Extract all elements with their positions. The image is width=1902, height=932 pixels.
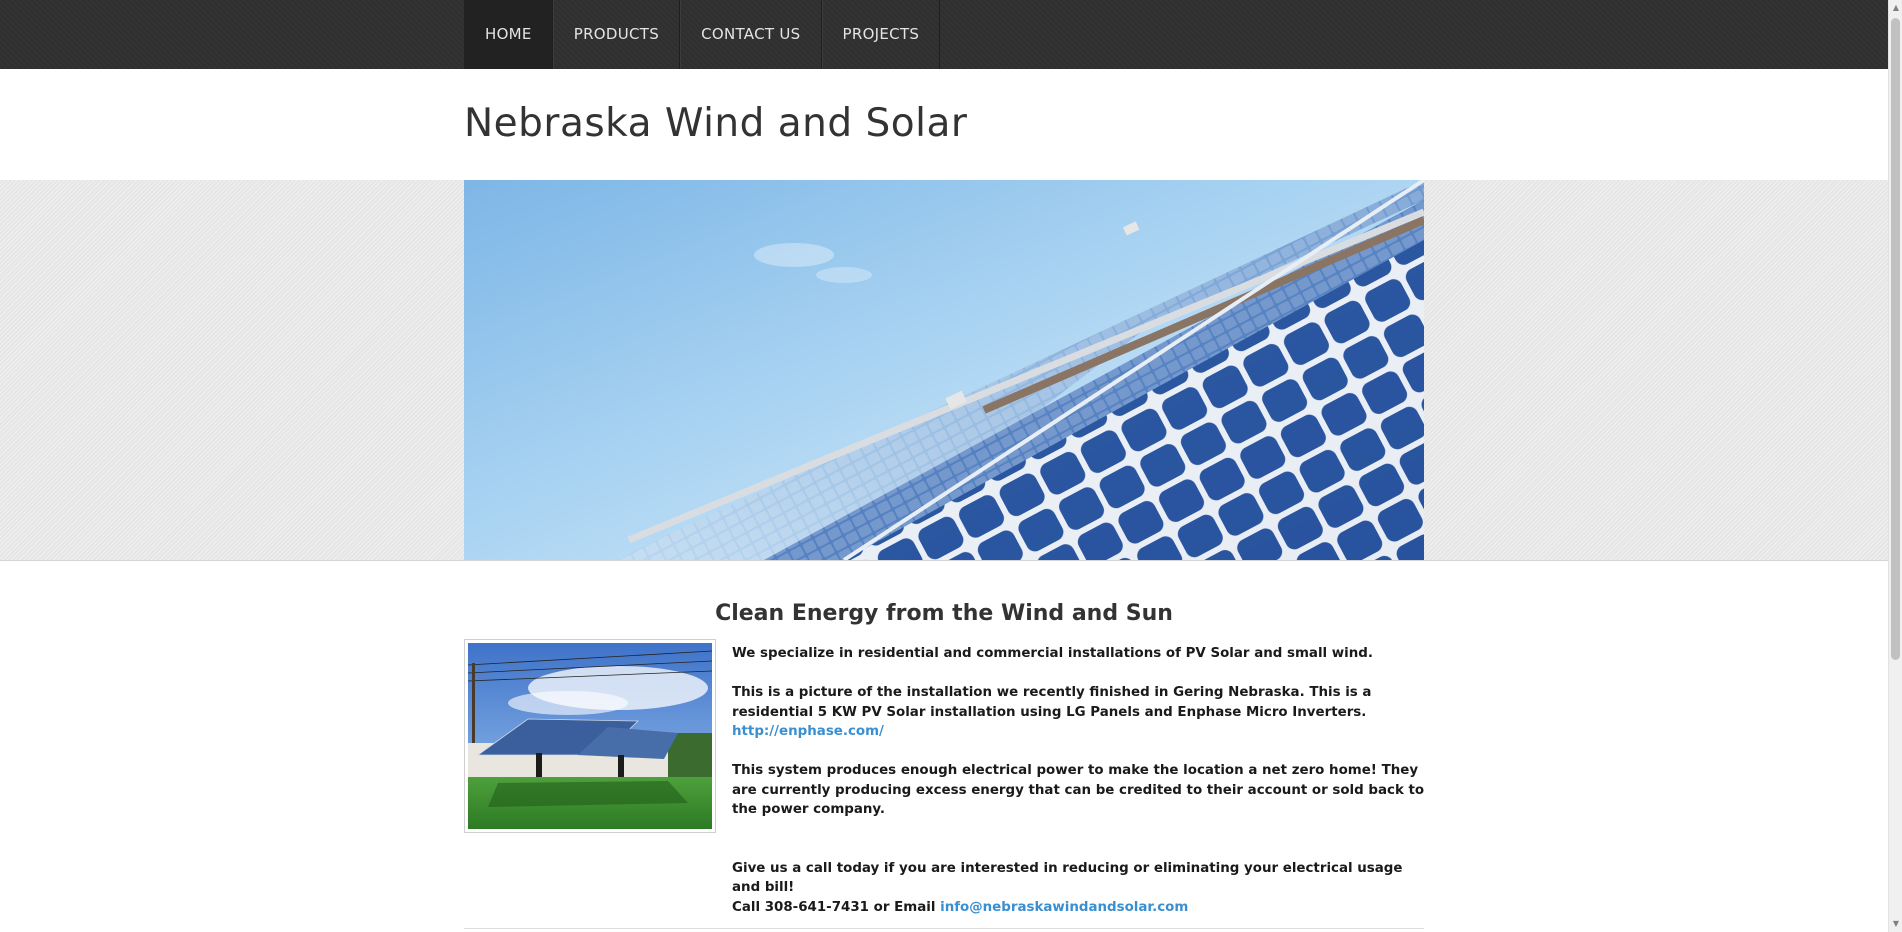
installation-text: This is a picture of the installation we… [732, 685, 1372, 720]
enphase-link[interactable]: http://enphase.com/ [732, 724, 884, 739]
email-link[interactable]: info@nebraskawindandsolar.com [940, 900, 1188, 915]
main-content: Clean Energy from the Wind and Sun We sp… [464, 560, 1424, 932]
vertical-scrollbar[interactable]: ▲ ▼ [1888, 0, 1902, 932]
page-heading: Clean Energy from the Wind and Sun [715, 601, 1173, 626]
content-divider [464, 928, 1424, 929]
intro-text: We specialize in residential and commerc… [732, 644, 1432, 917]
installation-paragraph: This is a picture of the installation we… [732, 683, 1432, 742]
banner-band [0, 180, 1888, 561]
ground-mount-solar-photo [468, 643, 712, 829]
phone-text: Call 308-641-7431 or Email [732, 899, 936, 915]
nav-item-contact-us[interactable]: CONTACT US [680, 0, 822, 69]
scroll-up-arrow-icon[interactable]: ▲ [1889, 0, 1902, 16]
site-header: Nebraska Wind and Solar [0, 69, 1888, 181]
nav-item-projects[interactable]: PROJECTS [821, 0, 941, 69]
site-title[interactable]: Nebraska Wind and Solar [464, 101, 967, 146]
top-navigation-bar: HOME PRODUCTS CONTACT US PROJECTS [0, 0, 1888, 70]
contact-paragraph: Call 308-641-7431 or Email info@nebraska… [732, 898, 1432, 918]
nav-item-products[interactable]: PRODUCTS [552, 0, 681, 69]
nav-item-home[interactable]: HOME [464, 0, 553, 69]
solar-panels-banner-graphic [464, 180, 1424, 560]
main-nav: HOME PRODUCTS CONTACT US PROJECTS [464, 0, 941, 69]
call-to-action-paragraph: Give us a call today if you are interest… [732, 860, 1403, 896]
intro-paragraph: We specialize in residential and commerc… [732, 646, 1373, 661]
scrollbar-thumb[interactable] [1891, 18, 1900, 660]
net-zero-paragraph: This system produces enough electrical p… [732, 763, 1425, 817]
scroll-down-arrow-icon[interactable]: ▼ [1889, 916, 1902, 932]
banner-image [464, 180, 1424, 560]
installation-photo[interactable] [464, 639, 716, 833]
